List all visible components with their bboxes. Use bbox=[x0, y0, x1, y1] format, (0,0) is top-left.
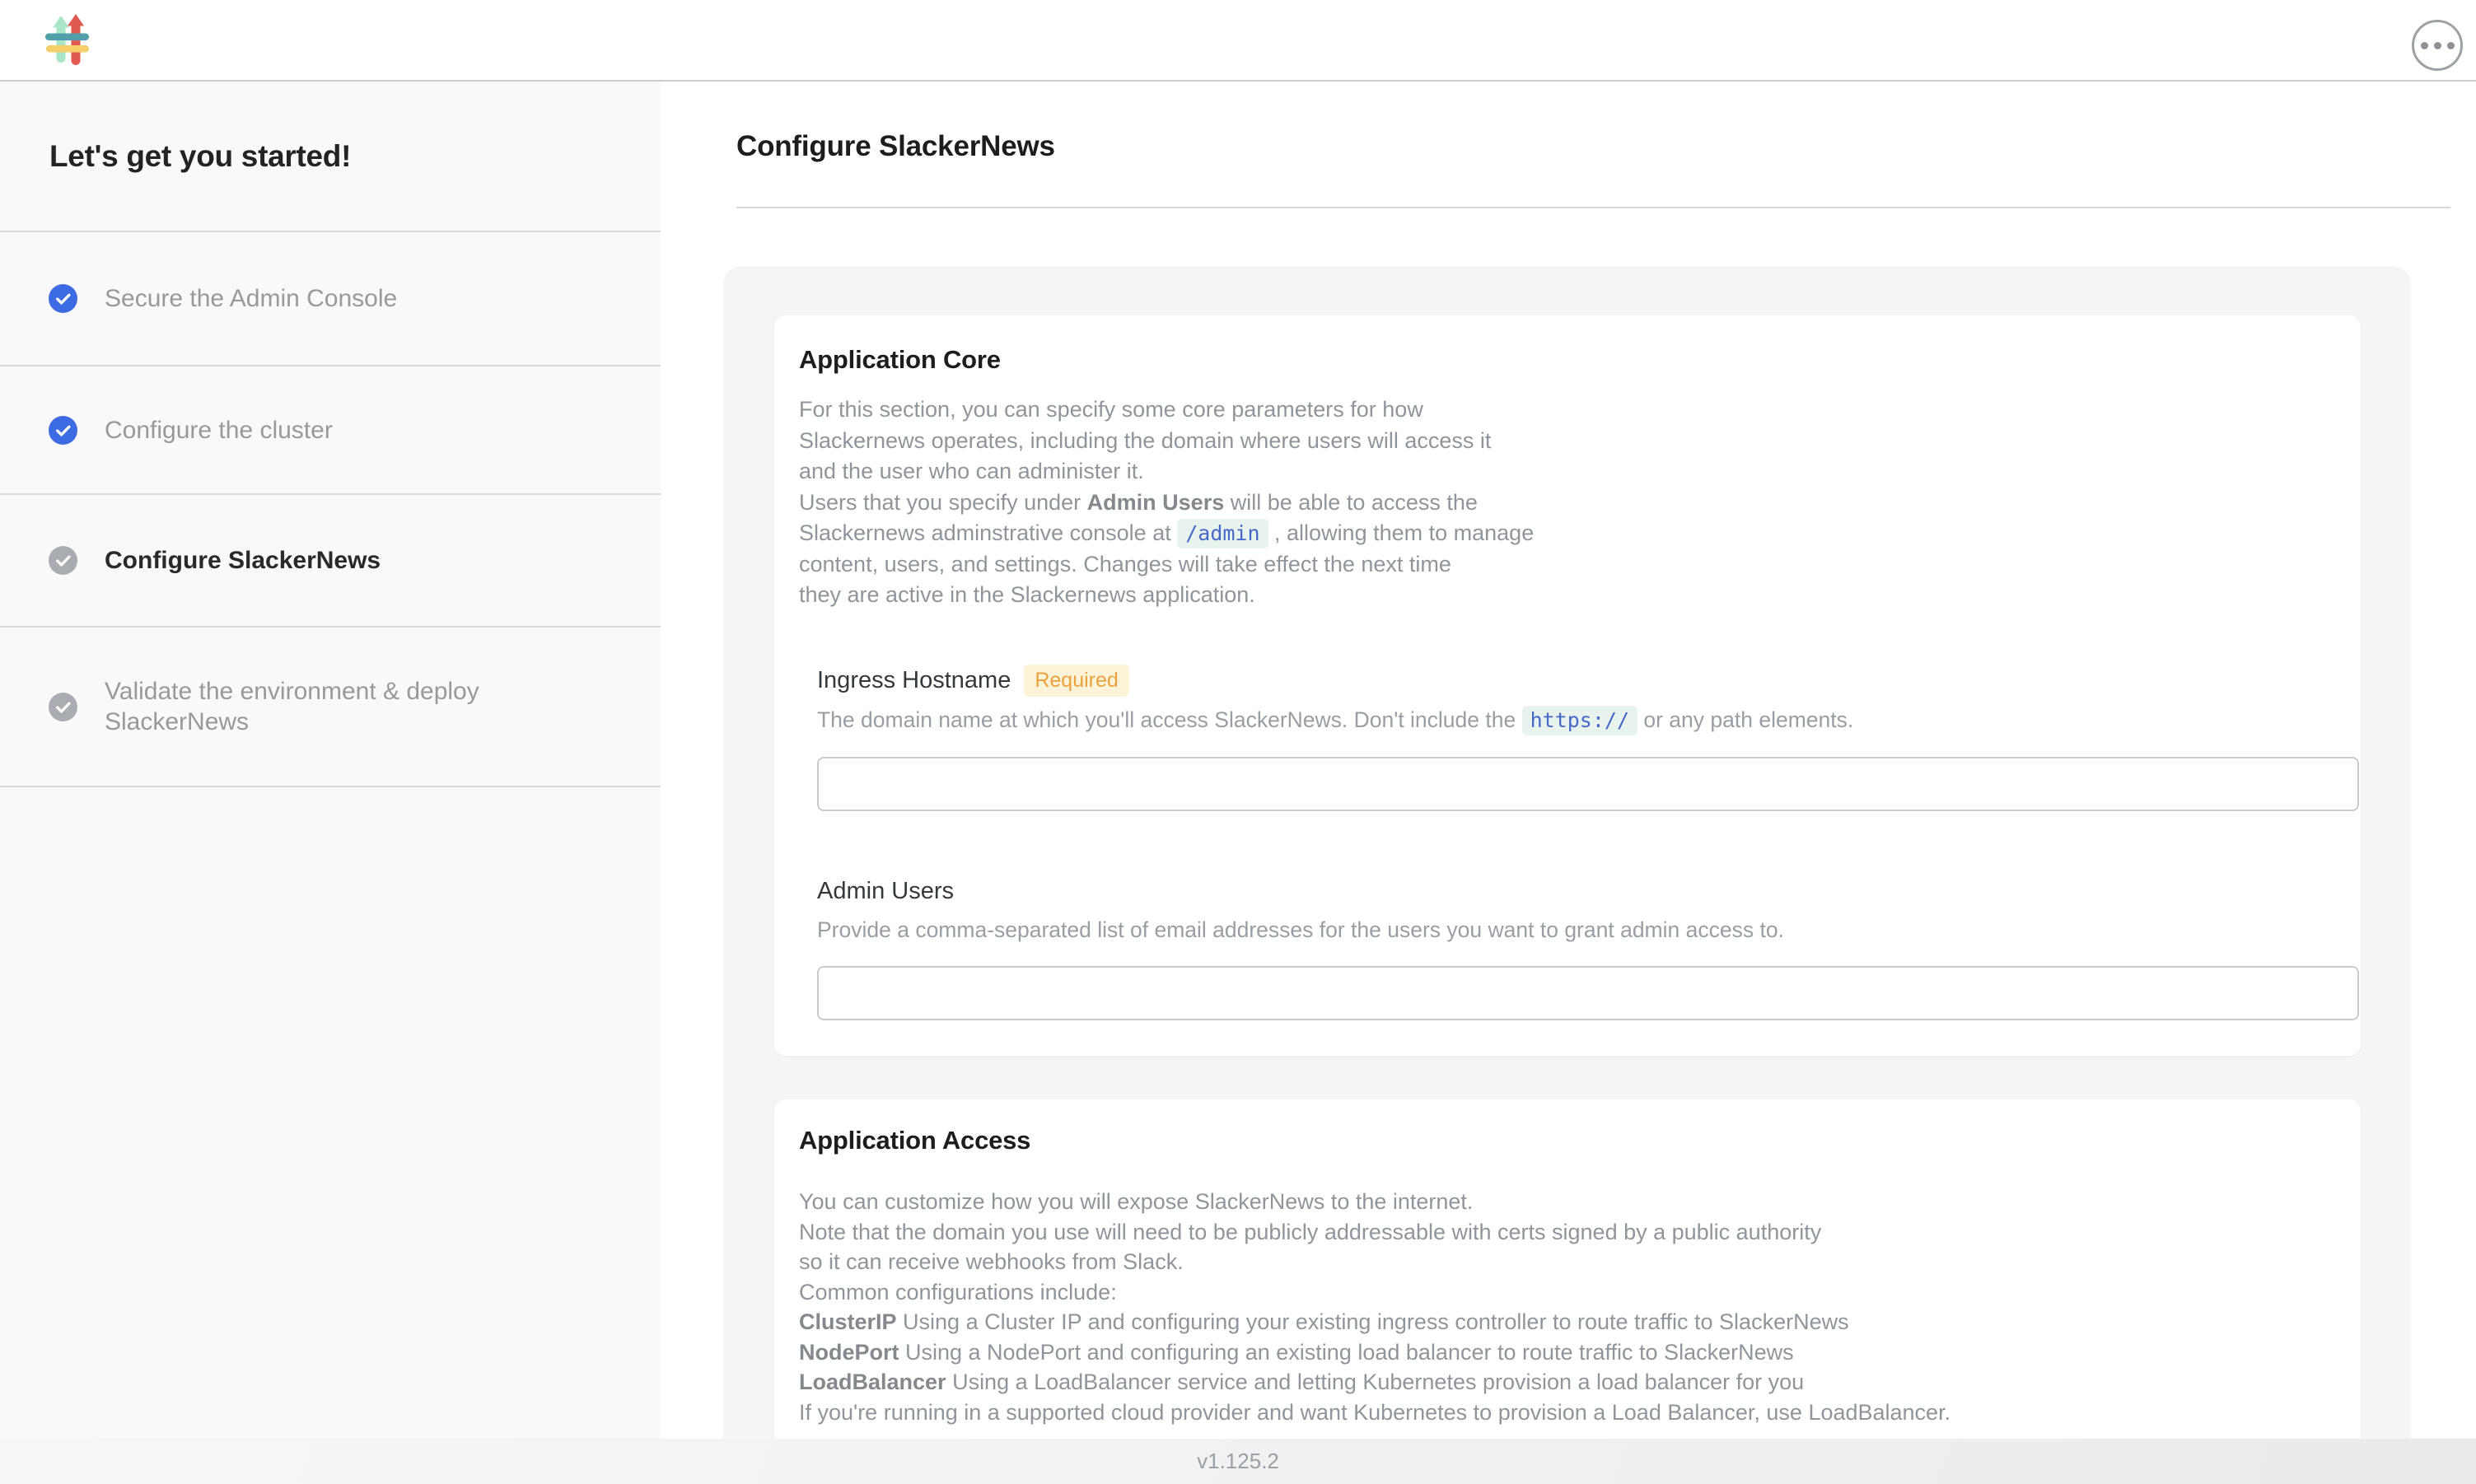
step-complete-check-icon bbox=[49, 416, 77, 445]
step-label: Configure the cluster bbox=[105, 415, 333, 446]
sidebar-heading-block: Let's get you started! bbox=[0, 82, 661, 232]
title-divider bbox=[736, 207, 2450, 208]
sidebar-item-configure-cluster[interactable]: Configure the cluster bbox=[0, 366, 661, 495]
config-panel: Application Core For this section, you c… bbox=[723, 266, 2411, 1439]
step-label: Secure the Admin Console bbox=[105, 283, 397, 314]
page-title: Configure SlackerNews bbox=[736, 130, 1055, 163]
sidebar-item-configure-slackernews[interactable]: Configure SlackerNews bbox=[0, 495, 661, 628]
application-access-card: Application Access You can customize how… bbox=[774, 1099, 2361, 1439]
application-access-description: You can customize how you will expose Sl… bbox=[799, 1187, 2336, 1427]
ellipsis-icon bbox=[2421, 42, 2428, 49]
version-label: v1.125.2 bbox=[1197, 1449, 1279, 1474]
required-badge: Required bbox=[1024, 665, 1128, 697]
sidebar-item-secure-admin-console[interactable]: Secure the Admin Console bbox=[0, 232, 661, 366]
step-label: Validate the environment & deploy Slacke… bbox=[105, 676, 549, 737]
https-code-chip: https:// bbox=[1522, 706, 1637, 735]
application-access-title: Application Access bbox=[799, 1124, 2336, 1157]
sidebar-heading: Let's get you started! bbox=[49, 139, 351, 174]
sidebar-item-validate-deploy[interactable]: Validate the environment & deploy Slacke… bbox=[0, 628, 661, 787]
ingress-hostname-input[interactable] bbox=[817, 757, 2359, 811]
step-pending-check-icon bbox=[49, 546, 77, 575]
steps-sidebar: Let's get you started! Secure the Admin … bbox=[0, 82, 661, 1439]
step-pending-check-icon bbox=[49, 693, 77, 721]
ingress-hostname-field: Ingress Hostname Required The domain nam… bbox=[817, 665, 2336, 811]
application-core-card: Application Core For this section, you c… bbox=[774, 315, 2361, 1056]
ingress-hostname-help: The domain name at which you'll access S… bbox=[817, 705, 2336, 735]
application-core-description: For this section, you can specify some c… bbox=[799, 394, 2336, 611]
onboarding-wizard: { "sidebar": { "heading": "Let's get you… bbox=[0, 0, 2476, 1484]
overflow-menu-button[interactable] bbox=[2412, 20, 2463, 71]
application-core-title: Application Core bbox=[799, 343, 2336, 376]
admin-users-field: Admin Users Provide a comma-separated li… bbox=[817, 875, 2336, 1020]
ingress-hostname-label: Ingress Hostname bbox=[817, 665, 1011, 696]
admin-users-label: Admin Users bbox=[817, 875, 954, 907]
admin-users-input[interactable] bbox=[817, 966, 2359, 1020]
footer: v1.125.2 bbox=[0, 1439, 2476, 1484]
step-complete-check-icon bbox=[49, 284, 77, 313]
step-label: Configure SlackerNews bbox=[105, 545, 381, 576]
slackernews-logo-icon bbox=[45, 14, 90, 65]
admin-path-code-chip: /admin bbox=[1177, 519, 1268, 548]
admin-users-help: Provide a comma-separated list of email … bbox=[817, 915, 2336, 945]
top-bar bbox=[0, 0, 2476, 82]
